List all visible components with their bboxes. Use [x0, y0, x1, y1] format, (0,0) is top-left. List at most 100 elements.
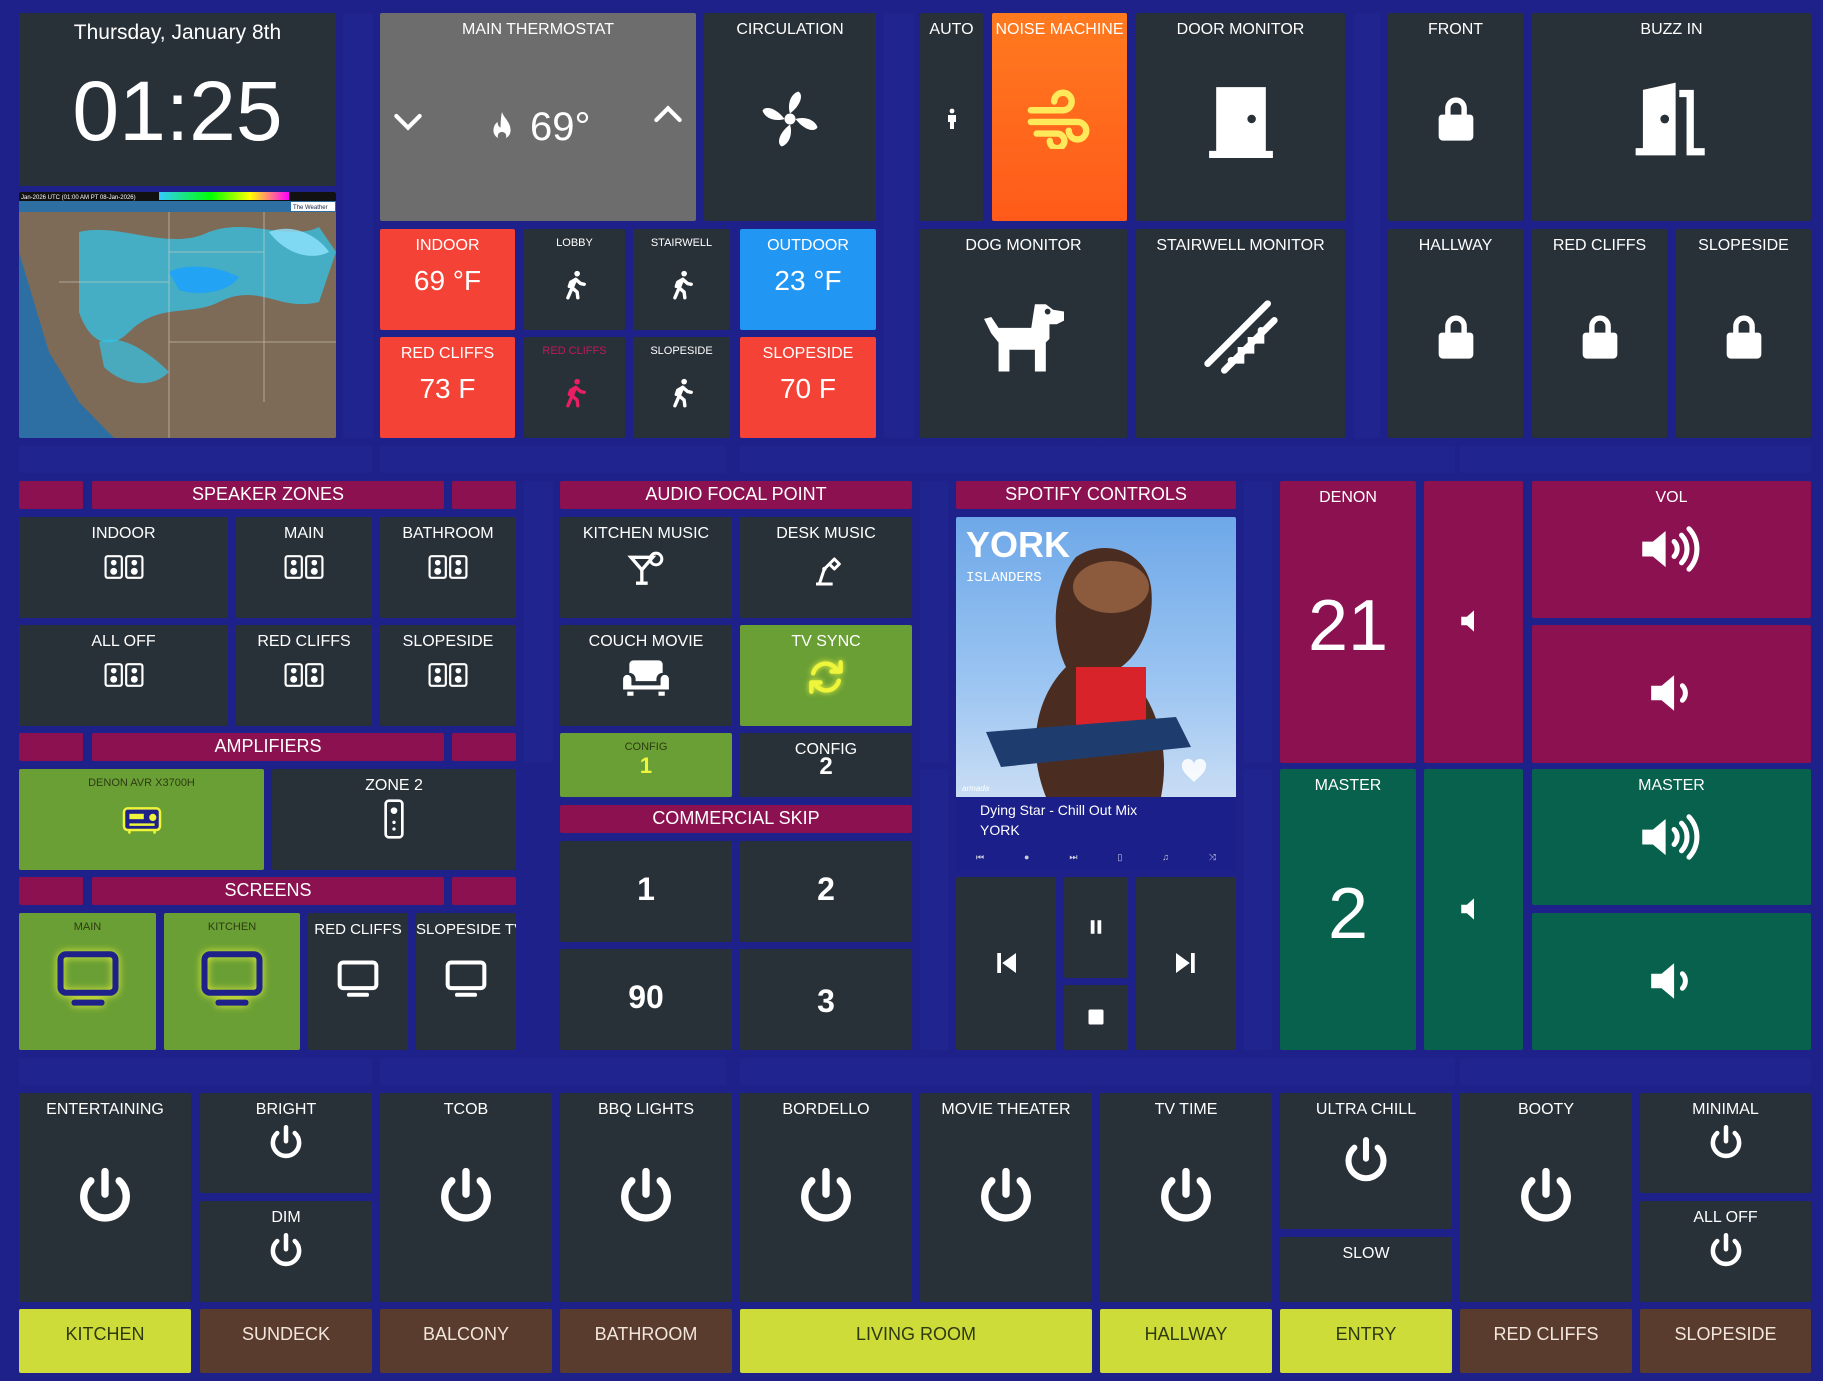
- door-monitor-tile[interactable]: DOOR MONITOR: [1136, 13, 1345, 221]
- screen-red-cliffs-tile[interactable]: RED CLIFFS: [308, 913, 408, 1050]
- zone2-tile[interactable]: ZONE 2: [272, 769, 516, 870]
- noise-machine-tile[interactable]: NOISE MACHINE: [992, 13, 1127, 221]
- motion-red-cliffs-tile[interactable]: RED CLIFFS: [524, 337, 625, 438]
- speaker-zone-red-cliffs[interactable]: RED CLIFFS: [236, 625, 372, 726]
- motion-stairwell-tile[interactable]: STAIRWELL: [633, 229, 730, 330]
- room-living-room[interactable]: LIVING ROOM: [740, 1309, 1092, 1373]
- desk-music-label: DESK MUSIC: [776, 525, 876, 542]
- screen-main-label: MAIN: [73, 921, 102, 933]
- spotify-player: YORK ISLANDERS armada Dying Star - Chill…: [956, 517, 1236, 871]
- denon-avr-tile[interactable]: DENON AVR X3700H: [19, 769, 264, 870]
- circulation-tile[interactable]: CIRCULATION: [704, 13, 876, 221]
- scene-booty[interactable]: BOOTY: [1460, 1093, 1632, 1302]
- scene-tcob[interactable]: TCOB: [380, 1093, 552, 1302]
- mini-queue-icon[interactable]: ♫: [1162, 852, 1169, 862]
- scene-minimal[interactable]: MINIMAL: [1640, 1093, 1811, 1193]
- scene-bright[interactable]: BRIGHT: [200, 1093, 372, 1193]
- scene-bbq-lights[interactable]: BBQ LIGHTS: [560, 1093, 732, 1302]
- stairwell-monitor-tile[interactable]: STAIRWELL MONITOR: [1136, 229, 1345, 438]
- red-cliffs-temp-value: 73 F: [419, 373, 476, 404]
- master-vol-up-button[interactable]: MASTER: [1532, 769, 1811, 905]
- mini-shuffle-icon[interactable]: ⤨: [1209, 852, 1216, 863]
- stairwell-monitor-label: STAIRWELL MONITOR: [1156, 237, 1325, 254]
- mini-next-icon[interactable]: ⏭: [1069, 852, 1077, 863]
- desk-music-tile[interactable]: DESK MUSIC: [740, 517, 912, 618]
- scene-all-off[interactable]: ALL OFF: [1640, 1201, 1811, 1302]
- pause-button[interactable]: [1064, 877, 1128, 978]
- slopeside-temp-tile[interactable]: SLOPESIDE 70 F: [740, 337, 876, 438]
- auto-tile[interactable]: AUTO: [920, 13, 983, 221]
- commercial-skip-header: COMMERCIAL SKIP: [560, 805, 912, 833]
- denon-vol-down-button[interactable]: [1532, 625, 1811, 763]
- radar-map: Jan-2026 UTC (01:00 AM PT 08-Jan-2026) T…: [19, 192, 336, 438]
- front-lock-tile[interactable]: FRONT: [1388, 13, 1523, 221]
- mini-prev-icon[interactable]: ⏮: [976, 852, 984, 863]
- skip-value: 3: [817, 983, 835, 1019]
- room-slopeside[interactable]: SLOPESIDE: [1640, 1309, 1811, 1373]
- scene-label: ENTERTAINING: [46, 1101, 164, 1118]
- motion-lobby-tile[interactable]: LOBBY: [524, 229, 625, 330]
- outdoor-temp-tile[interactable]: OUTDOOR 23 °F: [740, 229, 876, 330]
- skip-button[interactable]: 90: [560, 949, 732, 1050]
- motion-slopeside-tile[interactable]: SLOPESIDE: [633, 337, 730, 438]
- red-cliffs-lock-tile[interactable]: RED CLIFFS: [1532, 229, 1667, 438]
- room-sundeck[interactable]: SUNDECK: [200, 1309, 372, 1373]
- room-balcony[interactable]: BALCONY: [380, 1309, 552, 1373]
- scene-label: BORDELLO: [782, 1101, 870, 1118]
- scene-dim[interactable]: DIM: [200, 1201, 372, 1302]
- denon-value: 21: [1307, 586, 1389, 666]
- room-kitchen[interactable]: KITCHEN: [19, 1309, 191, 1373]
- master-volume-tile: MASTER 2: [1280, 769, 1416, 1050]
- hallway-lock-tile[interactable]: HALLWAY: [1388, 229, 1523, 438]
- scene-slow[interactable]: SLOW: [1280, 1237, 1452, 1302]
- config-1-tile[interactable]: CONFIG 1: [560, 733, 732, 797]
- hallway-lock-label: HALLWAY: [1418, 237, 1493, 254]
- master-vol-down-button[interactable]: [1532, 913, 1811, 1050]
- weather-radar[interactable]: Jan-2026 UTC (01:00 AM PT 08-Jan-2026) T…: [19, 192, 336, 438]
- scene-entertaining[interactable]: ENTERTAINING: [19, 1093, 191, 1302]
- room-hallway[interactable]: HALLWAY: [1100, 1309, 1272, 1373]
- power-icon: [612, 1163, 680, 1231]
- dog-monitor-tile[interactable]: DOG MONITOR: [920, 229, 1127, 438]
- lobby-label: LOBBY: [556, 237, 593, 249]
- mini-play-icon[interactable]: ●: [1024, 852, 1029, 862]
- master-mute-button[interactable]: [1424, 769, 1523, 1050]
- thermostat-up-button[interactable]: [648, 95, 688, 155]
- kitchen-music-tile[interactable]: KITCHEN MUSIC: [560, 517, 732, 618]
- scene-ultra-chill[interactable]: ULTRA CHILL: [1280, 1093, 1452, 1229]
- master-value: 2: [1327, 874, 1369, 954]
- stop-button[interactable]: [1064, 985, 1128, 1050]
- mini-device-icon[interactable]: ▯: [1117, 852, 1122, 863]
- couch-movie-tile[interactable]: COUCH MOVIE: [560, 625, 732, 726]
- speaker-zone-indoor[interactable]: INDOOR: [19, 517, 228, 618]
- room-bathroom[interactable]: BATHROOM: [560, 1309, 732, 1373]
- room-red-cliffs[interactable]: RED CLIFFS: [1460, 1309, 1632, 1373]
- scene-bordello[interactable]: BORDELLO: [740, 1093, 912, 1302]
- room-entry[interactable]: ENTRY: [1280, 1309, 1452, 1373]
- previous-track-button[interactable]: [956, 877, 1056, 1050]
- speaker-zone-bathroom[interactable]: BATHROOM: [380, 517, 516, 618]
- next-track-button[interactable]: [1136, 877, 1236, 1050]
- skip-button[interactable]: 3: [740, 949, 912, 1050]
- tv-icon: [50, 946, 126, 1012]
- indoor-temp-tile[interactable]: INDOOR 69 °F: [380, 229, 515, 330]
- tv-sync-tile[interactable]: TV SYNC: [740, 625, 912, 726]
- speaker-zone-slopeside[interactable]: SLOPESIDE: [380, 625, 516, 726]
- thermostat-down-button[interactable]: [388, 101, 428, 161]
- speaker-zone-all-off[interactable]: ALL OFF: [19, 625, 228, 726]
- screen-slopeside-tile[interactable]: SLOPESIDE TV: [416, 913, 516, 1050]
- denon-mute-button[interactable]: [1424, 481, 1523, 763]
- config-2-tile[interactable]: CONFIG 2: [740, 733, 912, 797]
- scene-movie-theater[interactable]: MOVIE THEATER: [920, 1093, 1092, 1302]
- skip-button[interactable]: 2: [740, 841, 912, 942]
- red-cliffs-temp-tile[interactable]: RED CLIFFS 73 F: [380, 337, 515, 438]
- scene-tv-time[interactable]: TV TIME: [1100, 1093, 1272, 1302]
- screen-main-tile[interactable]: MAIN: [19, 913, 156, 1050]
- slopeside-lock-tile[interactable]: SLOPESIDE: [1676, 229, 1811, 438]
- screen-kitchen-tile[interactable]: KITCHEN: [164, 913, 300, 1050]
- buzz-in-tile[interactable]: BUZZ IN: [1532, 13, 1811, 221]
- denon-vol-up-button[interactable]: VOL: [1532, 481, 1811, 618]
- speaker-zone-main[interactable]: MAIN: [236, 517, 372, 618]
- slopeside-temp-value: 70 F: [779, 373, 837, 404]
- skip-button[interactable]: 1: [560, 841, 732, 942]
